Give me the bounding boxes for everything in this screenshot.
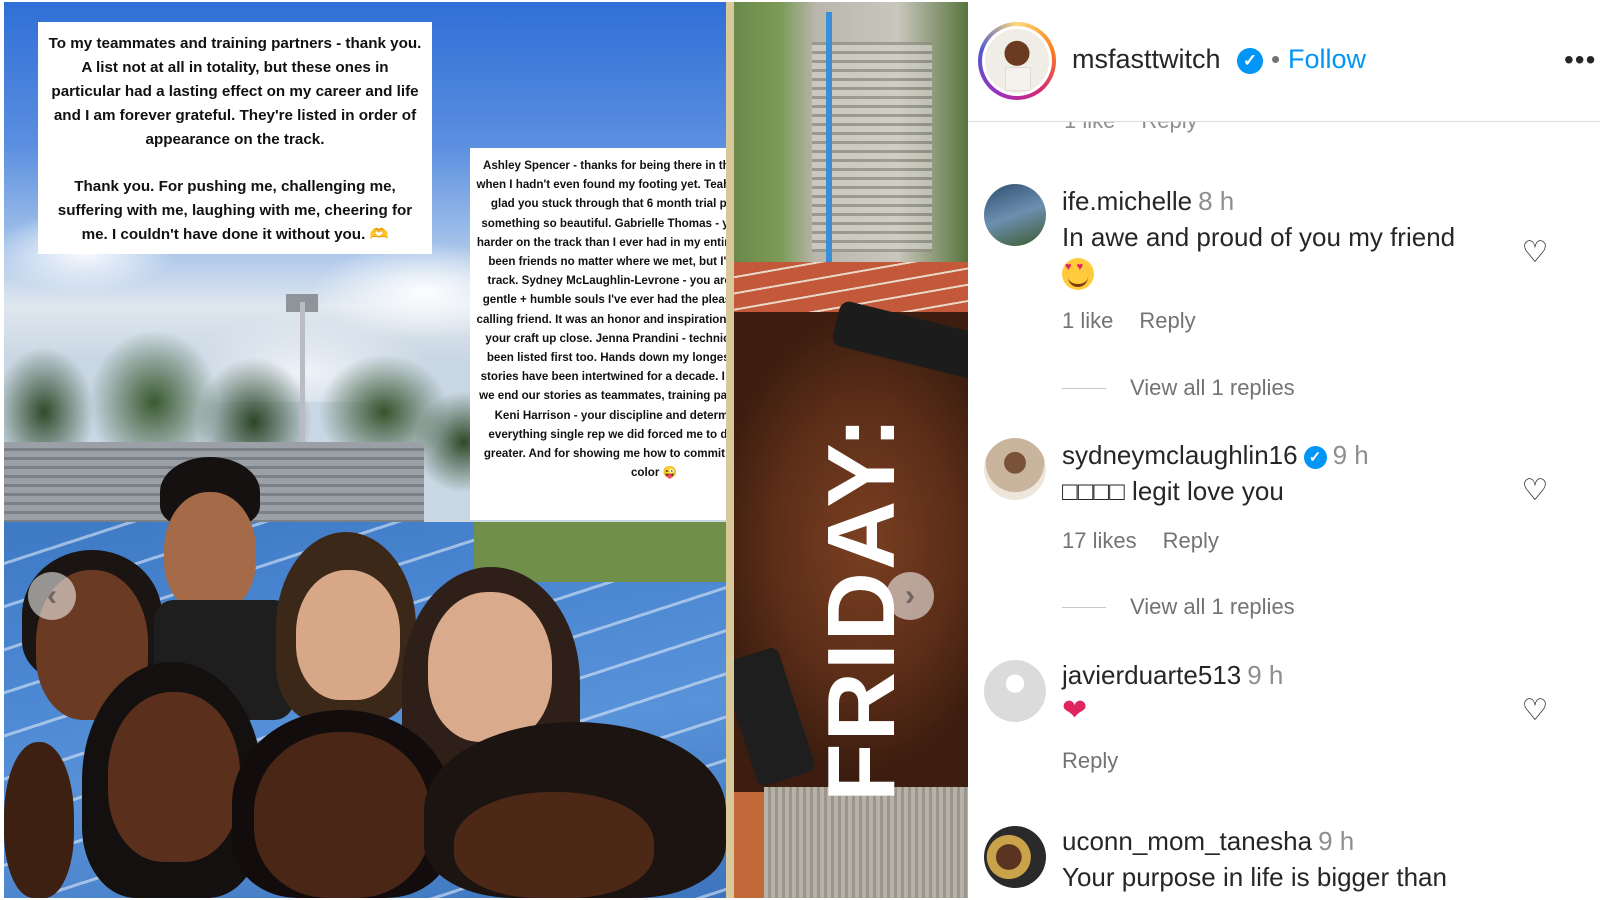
commenter-avatar[interactable] (984, 438, 1046, 500)
comment-header: uconn_mom_tanesha 9 h (1062, 826, 1354, 857)
story-note-teammates-list: Ashley Spencer - thanks for being there … (470, 148, 726, 520)
photo-race-day: FRIDAY: (734, 2, 968, 898)
collage-divider (726, 2, 734, 898)
person-face (428, 592, 552, 742)
story-note-thank-you: To my teammates and training partners - … (38, 22, 432, 254)
commenter-username[interactable]: uconn_mom_tanesha (1062, 826, 1312, 856)
carousel-next-button[interactable]: › (886, 572, 934, 620)
comment-time: 8 h (1198, 186, 1235, 216)
person-face (108, 692, 240, 862)
comment-text: □□□□ legit love you (1062, 476, 1284, 506)
comment-like-count[interactable]: 1 like (1062, 308, 1113, 333)
header-separator: • (1271, 44, 1281, 74)
more-options-icon[interactable]: ••• (1564, 44, 1596, 76)
comments-sidebar: msfasttwitch ✓ • Follow ••• 1 likeReply … (968, 0, 1600, 900)
comment-reply-button[interactable]: Reply (1062, 748, 1118, 773)
photo-teammates-selfie: To my teammates and training partners - … (4, 2, 726, 898)
stadium-crowd (764, 787, 968, 898)
person-face (454, 792, 654, 898)
verified-badge-icon: ✓ (1303, 445, 1327, 469)
commenter-avatar[interactable] (984, 184, 1046, 246)
person-face (296, 570, 400, 700)
note-paragraph: To my teammates and training partners - … (48, 35, 422, 148)
sidebar-bottom-mask (968, 895, 1600, 900)
commenter-username[interactable]: javierduarte513 (1062, 660, 1241, 690)
like-comment-heart-icon[interactable]: ♡ (1518, 236, 1552, 270)
replies-divider-line (1062, 606, 1106, 608)
person-face (4, 742, 74, 898)
default-avatar-icon[interactable] (984, 660, 1046, 722)
stair-railing (826, 12, 832, 262)
comment-time: 9 h (1318, 826, 1355, 856)
view-replies-button[interactable]: View all 1 replies (1062, 375, 1295, 401)
commenter-username[interactable]: ife.michelle (1062, 186, 1192, 216)
comment-text: Your purpose in life is bigger than (1062, 862, 1447, 892)
comment-emoji-line (1062, 258, 1094, 293)
view-replies-label: View all 1 replies (1130, 375, 1295, 400)
author-avatar[interactable] (978, 22, 1056, 100)
red-heart-icon: ❤ (1062, 694, 1088, 727)
person-face (254, 732, 430, 898)
commenter-avatar[interactable] (984, 826, 1046, 888)
comment-time: 9 h (1247, 660, 1284, 690)
view-replies-button[interactable]: View all 1 replies (1062, 594, 1295, 620)
post-header: msfasttwitch ✓ • Follow ••• (968, 0, 1600, 122)
carousel-prev-button[interactable]: ‹ (28, 572, 76, 620)
author-avatar-image (985, 29, 1049, 93)
comment-reply-button[interactable]: Reply (1139, 308, 1195, 333)
view-replies-label: View all 1 replies (1130, 594, 1295, 619)
comment-actions: 17 likes Reply (1062, 528, 1219, 554)
chevron-left-icon: ‹ (47, 579, 57, 612)
comment-like-count[interactable]: 17 likes (1062, 528, 1137, 553)
smiling-face-with-hearts-icon (1062, 258, 1094, 290)
comment-reply-button[interactable]: Reply (1163, 528, 1219, 553)
commenter-username[interactable]: sydneymclaughlin16 (1062, 440, 1298, 470)
comment-text: ❤ (1062, 696, 1087, 727)
comment-time: 9 h (1332, 440, 1369, 470)
replies-divider-line (1062, 387, 1106, 389)
comment-actions: Reply (1062, 748, 1118, 774)
instagram-post-view: To my teammates and training partners - … (0, 0, 1600, 900)
like-comment-heart-icon[interactable]: ♡ (1518, 474, 1552, 508)
comment-actions: 1 like Reply (1062, 308, 1196, 334)
post-media-carousel[interactable]: To my teammates and training partners - … (4, 2, 968, 898)
comment-text: In awe and proud of you my friend (1062, 222, 1456, 252)
person-face (164, 492, 256, 612)
like-comment-heart-icon[interactable]: ♡ (1518, 694, 1552, 728)
follow-button[interactable]: Follow (1288, 44, 1366, 75)
chevron-right-icon: › (905, 579, 915, 612)
comment-header: sydneymclaughlin16 ✓ 9 h (1062, 440, 1369, 471)
comment-header: javierduarte513 9 h (1062, 660, 1283, 691)
note-paragraph: Thank you. For pushing me, challenging m… (57, 178, 413, 243)
comment-header: ife.michelle 8 h (1062, 186, 1234, 217)
verified-badge-icon: ✓ (1237, 48, 1263, 74)
author-username[interactable]: msfasttwitch (1072, 44, 1221, 75)
